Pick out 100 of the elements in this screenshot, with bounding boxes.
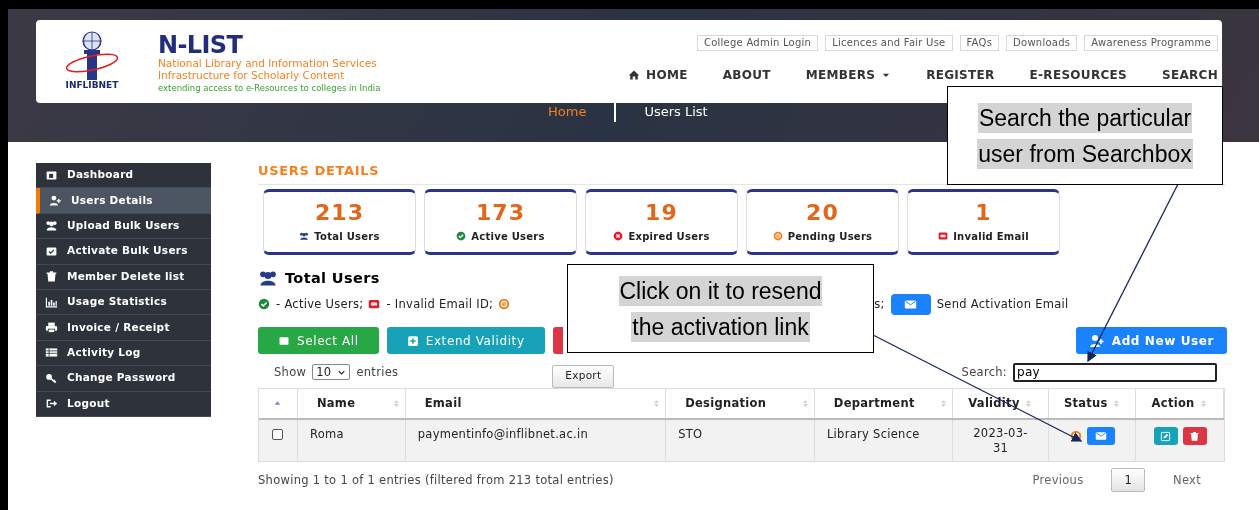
stat-value: 1 [975,199,992,226]
nav-link[interactable]: HOME [628,66,688,84]
legend-text: - Active Users; [276,295,364,313]
callout-text: the activation link [631,311,810,342]
users-icon [299,231,310,241]
site-subtitle: National Library and Information Services [158,57,378,69]
stat-value: 20 [806,199,839,226]
table-cell: paymentinfo@inflibnet.ac.in [417,427,589,442]
top-link[interactable]: Licences and Fair Use [825,35,953,51]
sidebar-item[interactable]: Change Password [36,366,211,392]
export-button[interactable]: Export [552,364,615,388]
envelope-icon [938,231,949,241]
entries-label: entries [356,363,399,381]
nav-link[interactable]: MEMBERS [805,66,892,84]
column-header[interactable]: Email [424,395,462,413]
column-header[interactable]: Designation [685,395,767,413]
nav-link[interactable]: REGISTER [926,66,995,84]
sidebar-item[interactable]: Activate Bulk Users [36,239,211,265]
site-title: N-LIST [158,33,244,57]
logo-badge-text: INFLIBNET [65,81,119,90]
table-cell-text: 2023-03-31 [972,426,1029,458]
column-header[interactable]: Name [316,395,356,413]
cross-circle-icon [613,231,624,241]
bar-chart-icon [45,295,58,309]
add-user-button[interactable]: Add New User [1075,327,1227,355]
stat-value: 19 [645,199,678,226]
stat-label: Expired Users [628,229,710,244]
legend-text: s; [874,295,885,313]
page-button[interactable]: 1 [1111,468,1146,493]
clock-circle-icon [772,231,783,241]
envelope-icon [368,298,381,311]
stat-value: 213 [314,199,365,226]
legend-text: Send Activation Email [936,295,1069,313]
column-header[interactable]: Status [1063,395,1108,413]
breadcrumb-item[interactable]: Home [548,102,587,122]
sidebar-item[interactable]: Member Delete list [36,264,211,290]
site-tagline: extending access to e-Resources to colleges in India [158,82,381,95]
stat-value: 173 [475,199,526,226]
table-cell: Roma [309,427,344,442]
nav-link[interactable]: E-RESOURCES [1029,66,1127,84]
checkbox-icon [45,244,58,258]
page-button[interactable]: Next [1161,468,1213,493]
add-user-icon [49,194,62,208]
page-button[interactable]: Previous [1020,468,1096,493]
legend-text: - Invalid Email ID; [386,295,494,313]
table-info: Showing 1 to 1 of 1 entries (filtered from 213 total entries) [258,471,614,489]
send-email-button[interactable] [1086,427,1115,446]
edit-button[interactable] [1153,427,1178,446]
trash-icon [45,270,58,284]
sidebar-item[interactable]: Activity Log [36,340,211,367]
check-circle-icon [456,231,467,241]
add-user-icon [1088,332,1105,349]
sidebar-item[interactable]: Users Details [36,188,211,214]
stat-label: Invalid Email [953,229,1029,244]
envelope-icon [1094,430,1107,443]
callout-text: Search the particular [977,102,1193,133]
sidebar-item[interactable]: Invoice / Receipt [36,315,211,341]
top-link[interactable]: College Admin Login [696,35,819,51]
table-cell: Library Science [826,427,920,442]
list-heading: Total Users [285,268,380,288]
column-header[interactable]: Action [1151,395,1195,413]
send-email-button[interactable] [890,293,931,315]
users-icon [258,268,278,289]
square-icon [278,334,290,347]
sidebar-item[interactable]: Upload Bulk Users [36,213,211,240]
list-icon [45,346,58,360]
stat-label: Active Users [471,229,545,244]
search-field[interactable]: pay [1013,362,1217,382]
users-icon [45,219,58,233]
check-circle-icon [258,298,270,311]
callout-text: Click on it to resend [618,275,823,306]
home-icon [628,69,641,81]
dashboard-icon [45,168,58,182]
edit-icon [1160,430,1172,442]
nav-link[interactable]: ABOUT [722,66,771,84]
sidebar-item[interactable]: Usage Statistics [36,289,211,316]
envelope-icon [904,297,918,311]
top-link[interactable]: FAQs [959,35,1000,51]
nav-link[interactable]: SEARCH [1161,66,1218,84]
action-button[interactable] [552,327,563,355]
logout-icon [45,397,58,411]
breadcrumb-item[interactable]: Users List [644,102,708,122]
site-subtitle: Infrastructure for Scholarly Content [158,69,346,81]
trash-icon [1189,430,1201,442]
stat-label: Total Users [314,229,380,244]
row-checkbox[interactable] [272,429,284,441]
top-link[interactable]: Downloads [1006,35,1078,51]
delete-button[interactable] [1182,427,1207,446]
search-label: Search: [961,363,1007,381]
table-cell: STO [678,427,703,442]
callout-text: user from Searchbox [977,138,1193,169]
top-link[interactable]: Awareness Programme [1084,35,1218,51]
key-icon [45,371,58,385]
entries-select[interactable]: 10 [312,364,351,381]
stat-label: Pending Users [787,229,873,244]
clock-circle-icon [498,298,511,311]
show-label: Show [274,363,307,381]
printer-icon [45,321,58,335]
sidebar-item[interactable]: Logout [36,391,211,417]
column-header[interactable]: Department [833,395,915,413]
